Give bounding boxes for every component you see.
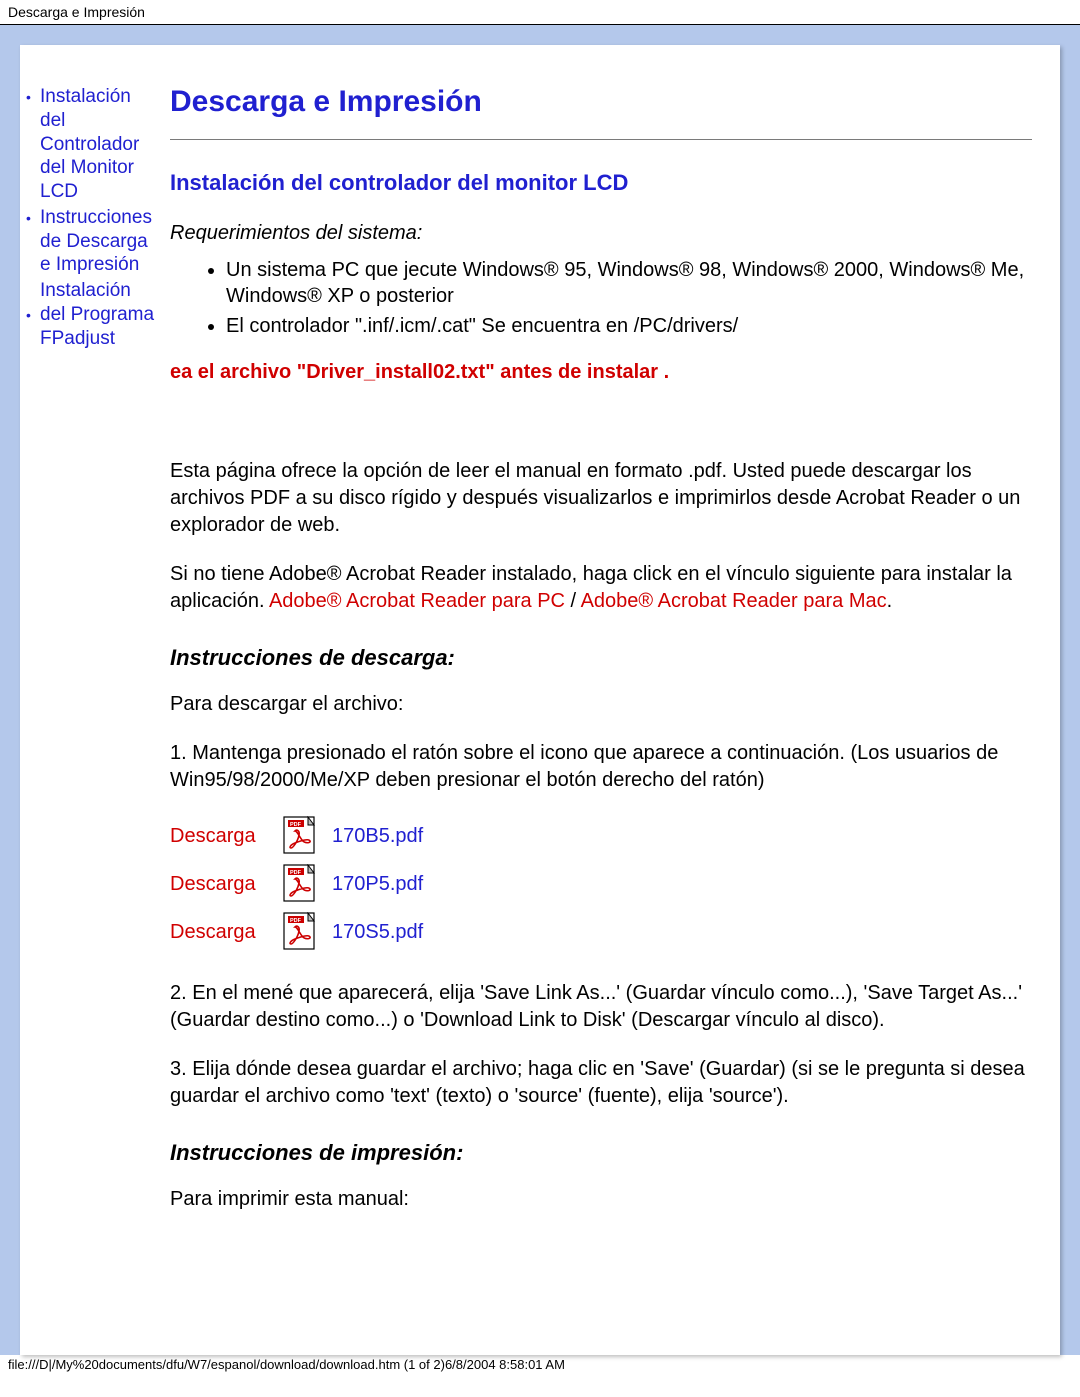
- download-label: Descarga: [170, 825, 280, 848]
- spacer: [170, 408, 1032, 458]
- main-content: Descarga e Impresión Instalación del con…: [160, 75, 1060, 1355]
- footer-path-bar: file:///D|/My%20documents/dfu/W7/espanol…: [0, 1355, 1080, 1378]
- subheading-download: Instrucciones de descarga:: [170, 645, 1032, 671]
- pdf-file-link[interactable]: 170P5.pdf: [332, 873, 423, 896]
- section-title-install: Instalación del controlador del monitor …: [170, 170, 1032, 196]
- download-row: Descarga PDF 170P5.pdf: [170, 864, 1032, 904]
- requirements-label: Requerimientos del sistema:: [170, 220, 1032, 247]
- requirement-item: El controlador ".inf/.icm/.cat" Se encue…: [226, 313, 1032, 339]
- bullet-icon: •: [26, 279, 40, 350]
- download-label: Descarga: [170, 921, 280, 944]
- sidebar-item-download-instructions[interactable]: • Instrucciones de Descarga e Impresión: [26, 206, 156, 277]
- svg-text:PDF: PDF: [290, 918, 302, 924]
- download-label: Descarga: [170, 873, 280, 896]
- requirements-list: Un sistema PC que jecute Windows® 95, Wi…: [170, 257, 1032, 339]
- download-step-1: 1. Mantenga presionado el ratón sobre el…: [170, 740, 1032, 794]
- sidebar-link-label[interactable]: Instalación del Programa FPadjust: [40, 279, 156, 350]
- adobe-mac-link[interactable]: Adobe® Acrobat Reader para Mac: [581, 590, 887, 612]
- pdf-file-link[interactable]: 170S5.pdf: [332, 921, 423, 944]
- sidebar-link-label[interactable]: Instrucciones de Descarga e Impresión: [40, 206, 156, 277]
- subheading-print: Instrucciones de impresión:: [170, 1140, 1032, 1166]
- bullet-icon: •: [26, 206, 40, 277]
- download-step-2: 2. En el mené que aparecerá, elija 'Save…: [170, 980, 1032, 1034]
- horizontal-rule: [170, 139, 1032, 140]
- install-notice: ea el archivo "Driver_install02.txt" ant…: [170, 359, 1032, 386]
- pdf-icon[interactable]: PDF: [280, 864, 320, 904]
- adobe-pc-link[interactable]: Adobe® Acrobat Reader para PC: [269, 590, 565, 612]
- page-card: • Instalación del Controlador del Monito…: [20, 45, 1060, 1355]
- download-intro: Para descargar el archivo:: [170, 691, 1032, 718]
- sidebar-nav: • Instalación del Controlador del Monito…: [20, 75, 160, 1355]
- adobe-end: .: [887, 590, 893, 612]
- adobe-paragraph: Si no tiene Adobe® Acrobat Reader instal…: [170, 561, 1032, 615]
- window-title: Descarga e Impresión: [8, 4, 145, 20]
- pdf-icon[interactable]: PDF: [280, 912, 320, 952]
- requirement-item: Un sistema PC que jecute Windows® 95, Wi…: [226, 257, 1032, 309]
- download-list: Descarga PDF 170B5.pdf Descarga PDF 170P…: [170, 816, 1032, 952]
- sidebar-link-label[interactable]: Instalación del Controlador del Monitor …: [40, 85, 156, 204]
- footer-path-text: file:///D|/My%20documents/dfu/W7/espanol…: [8, 1357, 565, 1372]
- download-step-3: 3. Elija dónde desea guardar el archivo;…: [170, 1056, 1032, 1110]
- sidebar-item-fpadjust[interactable]: • Instalación del Programa FPadjust: [26, 279, 156, 350]
- svg-text:PDF: PDF: [290, 870, 302, 876]
- adobe-separator: /: [565, 590, 581, 612]
- download-row: Descarga PDF 170S5.pdf: [170, 912, 1032, 952]
- page-title: Descarga e Impresión: [170, 85, 1032, 119]
- print-intro: Para imprimir esta manual:: [170, 1186, 1032, 1213]
- sidebar-item-install-driver[interactable]: • Instalación del Controlador del Monito…: [26, 85, 156, 204]
- bullet-icon: •: [26, 85, 40, 204]
- download-row: Descarga PDF 170B5.pdf: [170, 816, 1032, 856]
- pdf-icon[interactable]: PDF: [280, 816, 320, 856]
- pdf-file-link[interactable]: 170B5.pdf: [332, 825, 423, 848]
- window-title-bar: Descarga e Impresión: [0, 0, 1080, 25]
- svg-text:PDF: PDF: [290, 822, 302, 828]
- pdf-intro-paragraph: Esta página ofrece la opción de leer el …: [170, 458, 1032, 539]
- page-background: • Instalación del Controlador del Monito…: [0, 25, 1080, 1355]
